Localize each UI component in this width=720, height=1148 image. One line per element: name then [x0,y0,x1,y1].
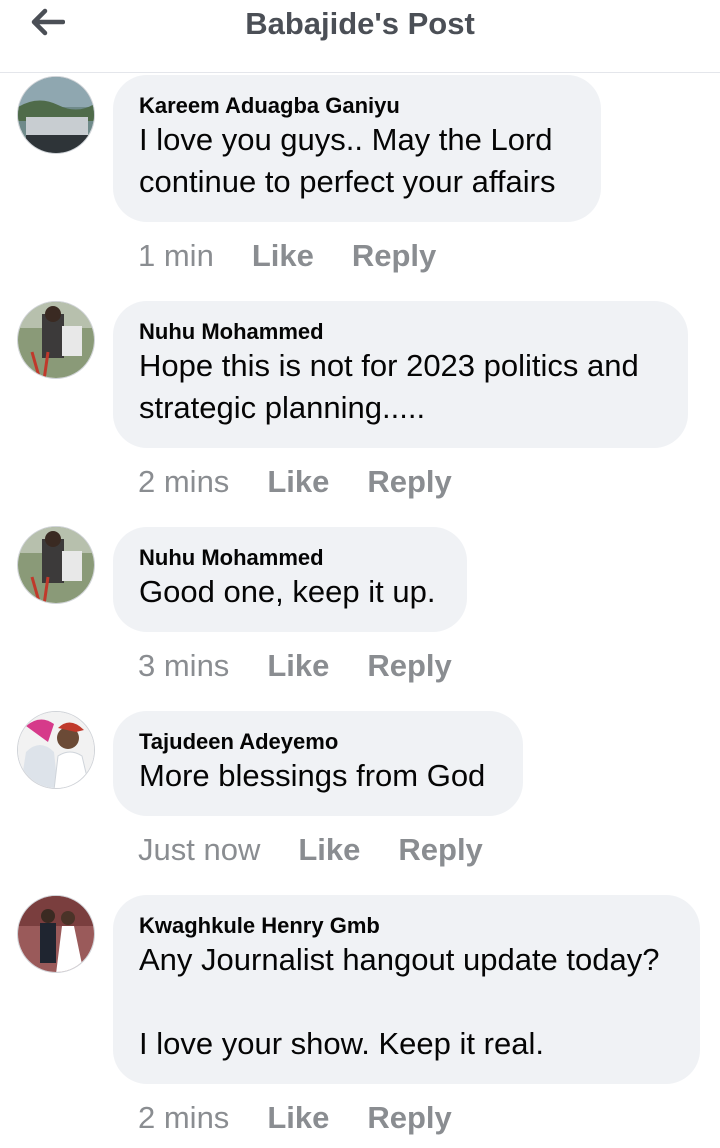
comment-time[interactable]: 2 mins [138,464,229,500]
comment-actions: 2 mins Like Reply [138,464,490,500]
comment-actions: 2 mins Like Reply [138,1100,490,1136]
top-bar: Babajide's Post [0,0,720,73]
avatar[interactable] [17,76,95,154]
like-button[interactable]: Like [298,832,360,868]
comment-text: More blessings from God [139,758,486,793]
like-button[interactable]: Like [267,648,329,684]
reply-button[interactable]: Reply [367,1100,451,1136]
comment-time[interactable]: Just now [138,832,260,868]
comment-time[interactable]: 3 mins [138,648,229,684]
avatar[interactable] [17,301,95,379]
reply-button[interactable]: Reply [398,832,482,868]
comment-bubble[interactable]: Kareem Aduagba Ganiyu I love you guys.. … [113,75,601,222]
comment-bubble[interactable]: Nuhu Mohammed Good one, keep it up. [113,527,467,632]
comment-text: I love you guys.. May the Lord continue … [139,122,556,199]
comment-bubble[interactable]: Kwaghkule Henry Gmb Any Journalist hango… [113,895,700,1084]
like-button[interactable]: Like [252,238,314,274]
comment-bubble[interactable]: Tajudeen Adeyemo More blessings from God [113,711,523,816]
comment-time[interactable]: 1 min [138,238,214,274]
comment-author[interactable]: Kwaghkule Henry Gmb [139,913,674,939]
comment-time[interactable]: 2 mins [138,1100,229,1136]
reply-button[interactable]: Reply [367,648,451,684]
page-title: Babajide's Post [245,6,475,41]
comment-text: Good one, keep it up. [139,574,436,609]
comment-actions: 3 mins Like Reply [138,648,490,684]
like-button[interactable]: Like [267,464,329,500]
avatar[interactable] [17,895,95,973]
comment-text: Hope this is not for 2023 politics and s… [139,348,639,425]
comment-actions: 1 min Like Reply [138,238,474,274]
reply-button[interactable]: Reply [352,238,436,274]
avatar[interactable] [17,711,95,789]
avatar[interactable] [17,526,95,604]
comment-author[interactable]: Tajudeen Adeyemo [139,729,497,755]
comment-author[interactable]: Nuhu Mohammed [139,545,441,571]
comment-text: Any Journalist hangout update today? I l… [139,942,660,1061]
comment-author[interactable]: Nuhu Mohammed [139,319,662,345]
like-button[interactable]: Like [267,1100,329,1136]
reply-button[interactable]: Reply [367,464,451,500]
comment-author[interactable]: Kareem Aduagba Ganiyu [139,93,575,119]
comment-bubble[interactable]: Nuhu Mohammed Hope this is not for 2023 … [113,301,688,448]
comment-actions: Just now Like Reply [138,832,521,868]
